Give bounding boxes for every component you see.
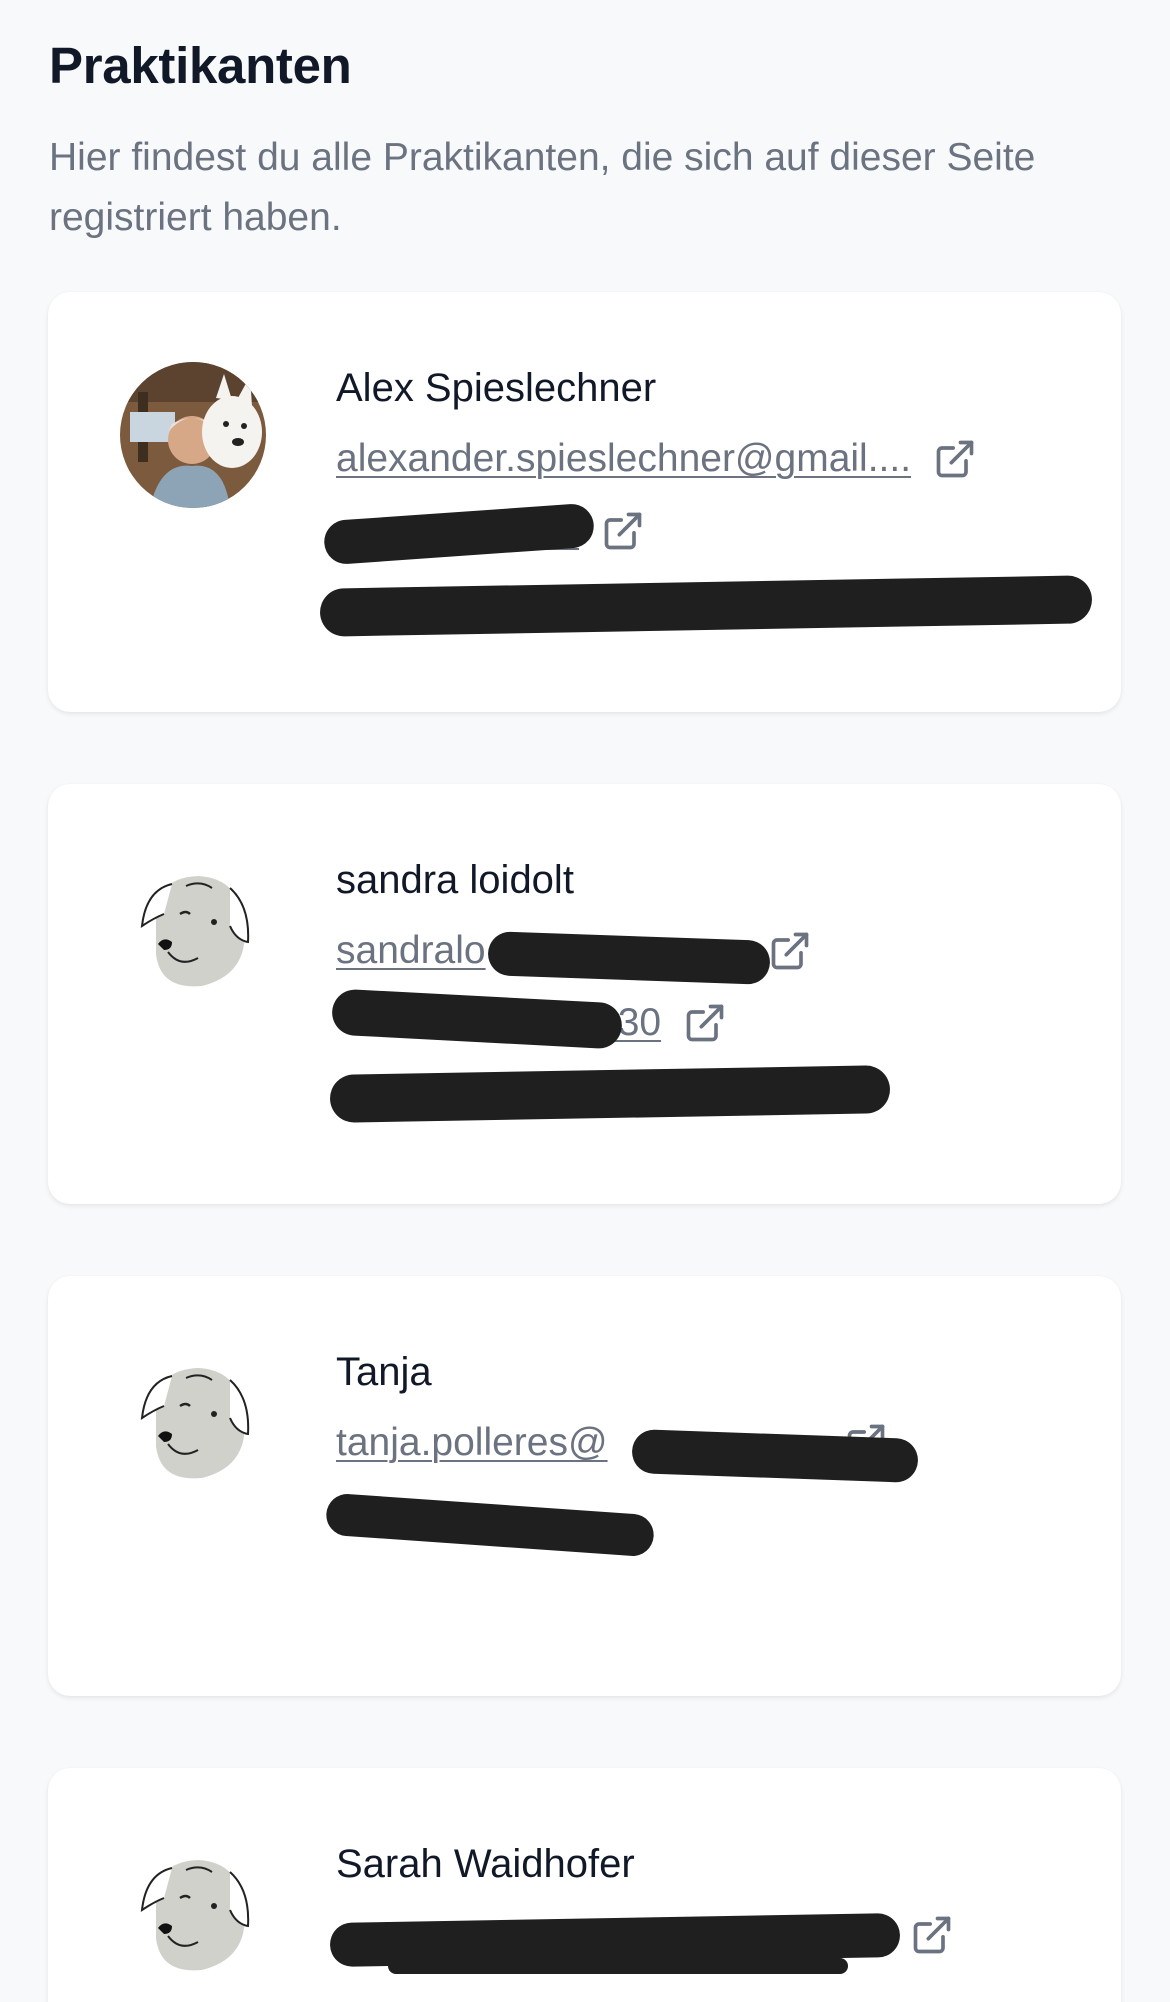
intern-card: sandra loidolt sandralo 230 17 [48,784,1121,1204]
intern-name: Tanja [336,1350,432,1394]
email-link[interactable]: tanja.polleres@ [336,1421,608,1465]
email-row: alexander.spieslechner@gmail.... [336,434,1076,484]
external-link-icon[interactable] [933,437,977,481]
external-link-icon[interactable] [601,509,645,553]
intern-card: Tanja tanja.polleres@ [48,1276,1121,1696]
redaction-mark [388,1958,848,1974]
intern-name: sandra loidolt [336,858,574,902]
dog-avatar-icon [120,1346,266,1492]
avatar-photo [120,362,266,508]
email-link[interactable]: sandralo [336,929,486,973]
external-link-icon[interactable] [768,929,812,973]
interns-page: Praktikanten Hier findest du alle Prakti… [0,0,1170,2002]
redaction-mark [329,1065,891,1123]
dog-avatar-icon [120,1838,266,1984]
page-subtitle: Hier findest du alle Praktikanten, die s… [49,136,1036,239]
dog-avatar-icon [120,854,266,1000]
external-link-icon[interactable] [910,1913,954,1957]
external-link-icon[interactable] [683,1001,727,1045]
intern-name: Alex Spieslechner [336,366,657,410]
intern-card: Alex Spieslechner alexander.spieslechner… [48,292,1121,712]
email-link[interactable]: alexander.spieslechner@gmail.... [336,437,911,481]
page-title: Praktikanten [49,37,352,94]
intern-name: Sarah Waidhofer [336,1842,635,1886]
intern-card: Sarah Waidhofer n [48,1768,1121,2002]
